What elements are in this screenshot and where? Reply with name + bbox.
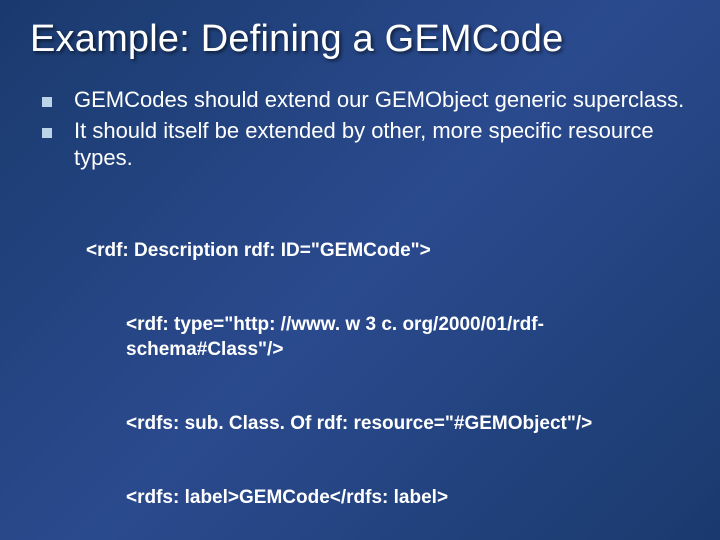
code-line: <rdfs: sub. Class. Of rdf: resource="#GE…: [86, 412, 680, 437]
code-line: <rdf: Description rdf: ID="GEMCode">: [86, 239, 680, 264]
list-item: It should itself be extended by other, m…: [42, 118, 690, 172]
slide-title: Example: Defining a GEMCode: [30, 18, 690, 61]
bullet-text: It should itself be extended by other, m…: [74, 118, 690, 172]
code-block: <rdf: Description rdf: ID="GEMCode"> <rd…: [86, 189, 680, 540]
slide: Example: Defining a GEMCode GEMCodes sho…: [0, 0, 720, 540]
code-line: <rdfs: label>GEMCode</rdfs: label>: [86, 486, 680, 511]
list-item: GEMCodes should extend our GEMObject gen…: [42, 87, 690, 114]
bullet-icon: [42, 97, 52, 107]
bullet-text: GEMCodes should extend our GEMObject gen…: [74, 87, 690, 114]
code-line: <rdf: type="http: //www. w 3 c. org/2000…: [86, 313, 680, 362]
bullet-icon: [42, 128, 52, 138]
bullet-list: GEMCodes should extend our GEMObject gen…: [42, 87, 690, 171]
